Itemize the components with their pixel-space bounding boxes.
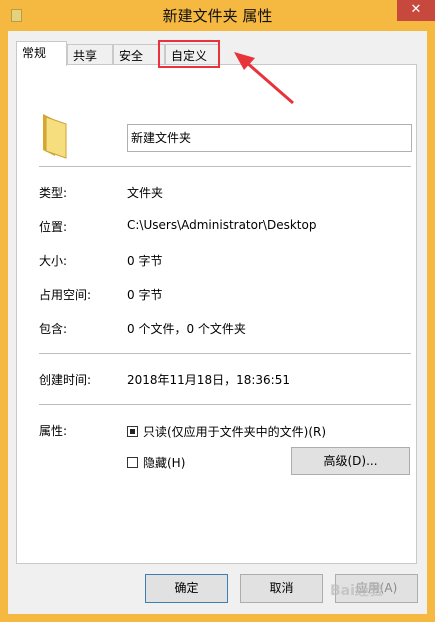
general-tab-panel: 新建文件夹 类型: 文件夹 位置: C:\Users\Administrator…: [16, 64, 417, 564]
size-label: 大小:: [39, 254, 68, 268]
tab-sharing[interactable]: 共享: [67, 44, 113, 65]
separator: [39, 353, 411, 354]
size-on-disk-value: 0 字节: [127, 288, 163, 302]
size-value: 0 字节: [127, 254, 163, 268]
size-on-disk-label: 占用空间:: [39, 288, 92, 302]
created-label: 创建时间:: [39, 373, 92, 387]
contains-value: 0 个文件，0 个文件夹: [127, 322, 246, 336]
separator: [39, 166, 411, 167]
advanced-button[interactable]: 高级(D)...: [291, 447, 410, 475]
location-label: 位置:: [39, 220, 68, 234]
watermark: Bai经验: [330, 583, 383, 599]
cancel-button[interactable]: 取消: [240, 574, 323, 603]
close-button[interactable]: ✕: [397, 0, 435, 21]
type-label: 类型:: [39, 186, 68, 200]
hidden-checkbox[interactable]: [127, 457, 138, 468]
hidden-checkbox-label[interactable]: 隐藏(H): [143, 454, 185, 471]
title-bar[interactable]: 新建文件夹 属性 ✕: [0, 0, 435, 31]
folder-icon: [39, 111, 69, 162]
tab-general[interactable]: 常规: [16, 41, 67, 66]
created-value: 2018年11月18日，18:36:51: [127, 373, 290, 387]
separator: [39, 404, 411, 405]
dialog-body: 常规 共享 安全 自定义 新建文件夹 类型: 文件夹 位置: C:\Users\…: [8, 31, 427, 614]
ok-button[interactable]: 确定: [145, 574, 228, 603]
contains-label: 包含:: [39, 322, 68, 336]
annotation-arrow-icon: [234, 52, 294, 105]
type-value: 文件夹: [127, 186, 164, 200]
attributes-label: 属性:: [39, 424, 68, 438]
readonly-checkbox[interactable]: [127, 426, 138, 437]
readonly-checkbox-label[interactable]: 只读(仅应用于文件夹中的文件)(R): [143, 423, 326, 440]
annotation-highlight-box: [158, 40, 220, 68]
location-value: C:\Users\Administrator\Desktop: [127, 218, 317, 232]
folder-name-input[interactable]: 新建文件夹: [127, 124, 412, 152]
window-title: 新建文件夹 属性: [162, 7, 273, 25]
